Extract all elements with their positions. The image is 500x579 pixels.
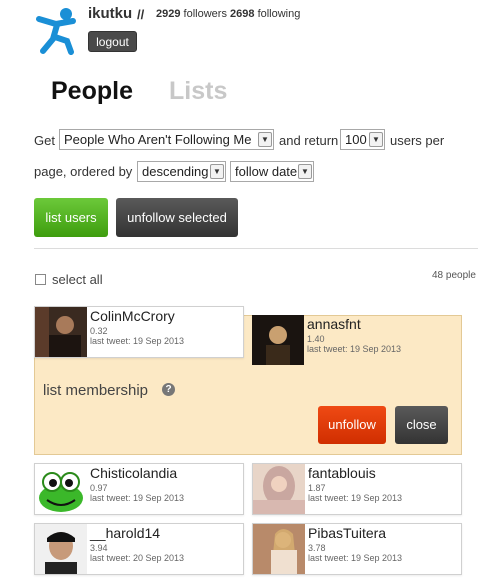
order-select-value: descending — [142, 164, 209, 179]
chevron-down-icon: ▼ — [210, 164, 224, 179]
user-name[interactable]: PibasTuitera — [308, 525, 386, 541]
select-all-label: select all — [52, 272, 103, 287]
user-ratio: 3.78 — [308, 543, 326, 553]
followers-label: followers — [183, 8, 227, 20]
tab-lists[interactable]: Lists — [169, 77, 227, 106]
user-card[interactable]: PibasTuitera 3.78 last tweet: 19 Sep 201… — [252, 523, 462, 575]
user-name[interactable]: ColinMcCrory — [90, 308, 175, 324]
ordered-by-label: page, ordered by — [34, 164, 133, 179]
user-card-selected[interactable]: annasfnt 1.40 last tweet: 19 Sep 2013 — [252, 315, 462, 367]
user-last-tweet: last tweet: 20 Sep 2013 — [90, 553, 185, 563]
user-name[interactable]: annasfnt — [307, 316, 361, 332]
user-last-tweet: last tweet: 19 Sep 2013 — [90, 493, 185, 503]
and-return-label: and return — [279, 133, 339, 148]
list-membership-label: list membership — [43, 382, 149, 399]
user-ratio: 1.87 — [308, 483, 326, 493]
user-card[interactable]: Chisticolandia 0.97 last tweet: 19 Sep 2… — [34, 463, 244, 515]
help-icon[interactable]: ? — [162, 383, 175, 396]
filter-select-value: People Who Aren't Following Me — [64, 132, 252, 147]
user-name[interactable]: Chisticolandia — [90, 465, 177, 481]
following-label: following — [257, 8, 301, 20]
avatar — [253, 524, 305, 574]
user-card[interactable]: fantablouis 1.87 last tweet: 19 Sep 2013 — [252, 463, 462, 515]
user-last-tweet: last tweet: 19 Sep 2013 — [308, 553, 403, 563]
close-button[interactable]: close — [395, 406, 448, 444]
chevron-down-icon: ▼ — [258, 132, 272, 147]
user-ratio: 3.94 — [90, 543, 108, 553]
followers-count: 2929 — [156, 8, 181, 20]
follow-stats: 2929 followers 2698 following — [156, 8, 300, 20]
sort-select[interactable]: follow date ▼ — [230, 161, 314, 182]
tab-people[interactable]: People — [51, 77, 133, 106]
avatar — [252, 315, 304, 365]
header-separator: // — [137, 7, 145, 22]
filter-select[interactable]: People Who Aren't Following Me ▼ — [59, 129, 274, 150]
app-logo — [33, 5, 83, 55]
user-last-tweet: last tweet: 19 Sep 2013 — [90, 336, 185, 346]
sort-select-value: follow date — [235, 164, 298, 179]
user-card[interactable]: __harold14 3.94 last tweet: 20 Sep 2013 — [34, 523, 244, 575]
unfollow-selected-button[interactable]: unfollow selected — [116, 198, 238, 237]
avatar — [35, 307, 87, 357]
user-ratio: 1.40 — [307, 334, 325, 344]
logout-button[interactable]: logout — [88, 31, 137, 52]
unfollow-button[interactable]: unfollow — [318, 406, 386, 444]
avatar — [35, 464, 87, 514]
get-label: Get — [34, 133, 55, 148]
chevron-down-icon: ▼ — [369, 132, 383, 147]
users-per-label: users per — [390, 133, 445, 148]
user-last-tweet: last tweet: 19 Sep 2013 — [308, 493, 403, 503]
user-ratio: 0.32 — [90, 326, 108, 336]
chevron-down-icon: ▼ — [298, 164, 312, 179]
avatar — [35, 524, 87, 574]
divider — [34, 248, 478, 249]
user-name[interactable]: __harold14 — [90, 525, 160, 541]
user-last-tweet: last tweet: 19 Sep 2013 — [307, 344, 402, 354]
order-select[interactable]: descending ▼ — [137, 161, 226, 182]
limit-select[interactable]: 100 ▼ — [340, 129, 385, 150]
limit-select-value: 100 — [345, 132, 367, 147]
avatar — [253, 464, 305, 514]
people-count: 48 people — [432, 270, 476, 281]
user-name[interactable]: fantablouis — [308, 465, 376, 481]
list-users-button[interactable]: list users — [34, 198, 108, 237]
select-all-checkbox[interactable] — [35, 274, 46, 285]
user-ratio: 0.97 — [90, 483, 108, 493]
username: ikutku — [88, 5, 133, 22]
user-card[interactable]: ColinMcCrory 0.32 last tweet: 19 Sep 201… — [34, 306, 244, 358]
following-count: 2698 — [230, 8, 255, 20]
